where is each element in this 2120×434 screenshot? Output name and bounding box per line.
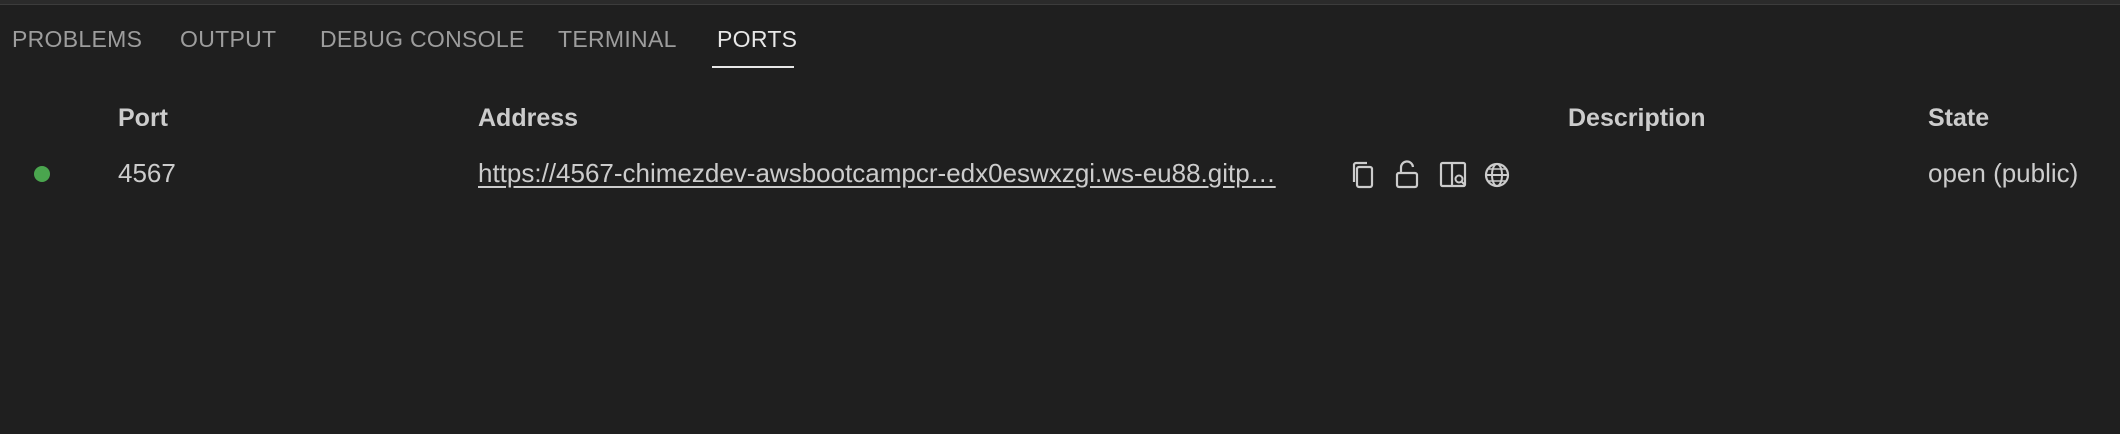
copy-icon[interactable]	[1346, 158, 1380, 192]
panel-tab-bar: PROBLEMS OUTPUT DEBUG CONSOLE TERMINAL P…	[0, 4, 2120, 68]
tab-terminal[interactable]: TERMINAL	[558, 26, 677, 53]
tab-ports[interactable]: PORTS	[717, 26, 797, 53]
unlock-icon[interactable]	[1390, 158, 1424, 192]
column-header-port[interactable]: Port	[118, 104, 168, 133]
tab-problems[interactable]: PROBLEMS	[12, 26, 142, 53]
tab-debug-console[interactable]: DEBUG CONSOLE	[320, 26, 525, 53]
tab-output[interactable]: OUTPUT	[180, 26, 276, 53]
forwarded-address-link[interactable]: https://4567-chimezdev-awsbootcampcr-edx…	[478, 158, 1334, 189]
port-status-indicator	[34, 166, 50, 182]
column-header-state[interactable]: State	[1928, 104, 1989, 133]
column-header-description[interactable]: Description	[1568, 104, 1706, 133]
table-row[interactable]: 4567 https://4567-chimezdev-awsbootcampc…	[0, 150, 2120, 200]
active-tab-indicator	[712, 66, 794, 68]
port-number: 4567	[118, 158, 176, 188]
preview-icon[interactable]	[1436, 158, 1470, 192]
column-header-address[interactable]: Address	[478, 104, 578, 133]
port-state: open (public)	[1928, 158, 2079, 188]
globe-icon[interactable]	[1480, 158, 1514, 192]
